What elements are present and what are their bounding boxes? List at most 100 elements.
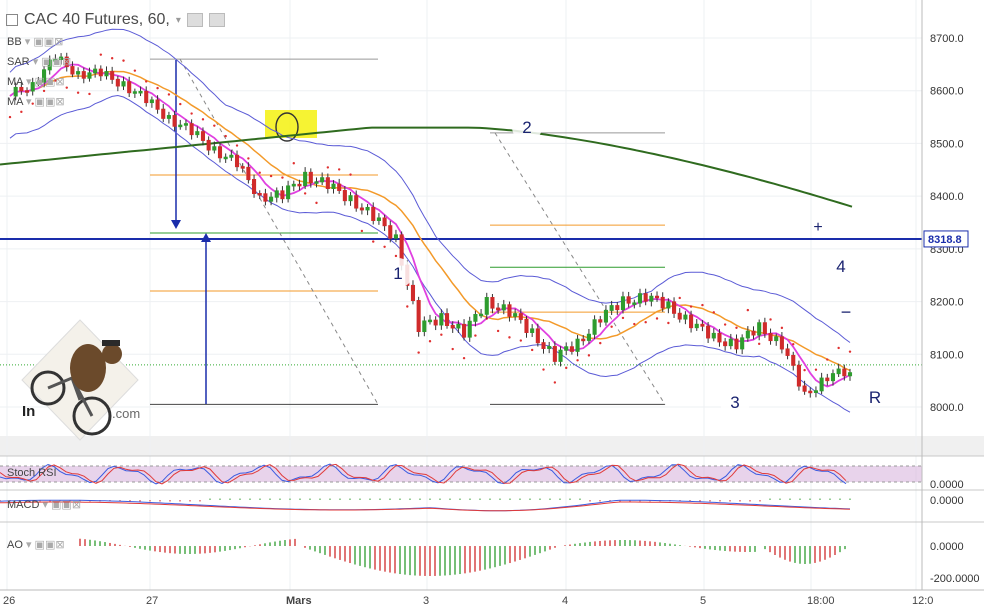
candle-body: [291, 183, 296, 187]
gear-icon[interactable]: [208, 13, 225, 27]
eye-icon[interactable]: [186, 13, 203, 27]
candle-body: [666, 301, 671, 309]
candle-body: [683, 314, 688, 320]
time-tick: 3: [423, 595, 429, 607]
candle-body: [723, 341, 728, 347]
candle-body: [200, 131, 206, 141]
candle-body: [467, 320, 472, 338]
sar-dot: [337, 168, 341, 171]
sar-dot: [201, 118, 205, 121]
candle-body: [836, 368, 841, 375]
candle-body: [439, 313, 444, 326]
sar-dot: [383, 245, 386, 248]
sar-dot: [76, 91, 80, 94]
candle-body: [689, 314, 694, 329]
sar-dot: [292, 162, 295, 165]
candle-body: [507, 304, 512, 317]
sar-dot: [122, 59, 125, 62]
sar-dot: [621, 316, 625, 320]
chevron-down-icon[interactable]: ▾: [176, 15, 181, 26]
marker-n1: 1: [393, 264, 402, 283]
sar-dot: [8, 115, 12, 119]
candle-body: [518, 313, 523, 320]
candle-body: [552, 346, 557, 362]
sar-dot: [757, 342, 761, 346]
macd-label: MACD: [7, 499, 40, 511]
candle-body: [825, 377, 830, 382]
panel-label-ao[interactable]: AO ▾ ▣▣⊠: [7, 538, 65, 551]
sar-dot: [179, 102, 182, 106]
candle-body: [473, 314, 478, 322]
chevron-down-icon[interactable]: ▾ ▣▣⊠: [42, 499, 81, 511]
sar-dot: [88, 92, 91, 96]
sar-dot: [394, 254, 398, 258]
sar-dot: [644, 321, 647, 324]
time-tick: 5: [700, 595, 706, 607]
candle-body: [257, 193, 262, 196]
sar-dot: [372, 240, 375, 243]
candle-body: [240, 166, 245, 169]
logo-text: .com: [112, 406, 140, 421]
sar-dot: [633, 322, 636, 326]
indicator-ma-2[interactable]: MA ▾ ▣▣⊠: [7, 95, 65, 108]
candle-body: [620, 296, 626, 311]
candle-body: [172, 115, 177, 127]
sar-dot: [735, 326, 738, 329]
indicator-sar[interactable]: SAR ▾ ▣▣⊠: [7, 55, 71, 68]
sar-dot: [451, 347, 454, 351]
sar-dot: [349, 173, 352, 176]
candle-body: [223, 156, 228, 160]
candle-body: [711, 332, 716, 339]
price-tick: 8600.0: [930, 86, 964, 98]
candle-body: [314, 181, 319, 184]
chevron-down-icon[interactable]: ▾ ▣▣⊠: [33, 56, 72, 68]
collapse-icon[interactable]: [6, 14, 18, 26]
panel-label-stoch[interactable]: Stoch RSI: [7, 467, 57, 479]
indicator-bb[interactable]: BB ▾ ▣▣⊠: [7, 35, 63, 48]
sar-dot: [20, 110, 23, 114]
candle-body: [410, 284, 416, 302]
candle-body: [791, 354, 796, 366]
candle-body: [382, 217, 387, 227]
sar-dot: [542, 368, 545, 371]
candle-body: [745, 330, 750, 339]
candle-body: [93, 68, 98, 74]
sar-dot: [213, 124, 216, 127]
panel-separator: [0, 436, 984, 456]
chart-title: CAC 40 Futures, 60,: [24, 11, 170, 28]
time-tick: 12:0: [912, 595, 933, 607]
candle-body: [161, 108, 166, 119]
candle-body: [212, 146, 217, 151]
candle-body: [269, 196, 274, 202]
candle-body: [768, 333, 773, 342]
candle-body: [376, 217, 381, 221]
candle-body: [427, 319, 433, 323]
sar-dot: [678, 296, 681, 300]
panel-label-macd[interactable]: MACD ▾ ▣▣⊠: [7, 498, 81, 511]
candle-body: [70, 66, 75, 75]
chart-header: CAC 40 Futures, 60, ▾: [6, 11, 225, 29]
sar-dot: [769, 318, 772, 321]
candle-body: [592, 319, 597, 335]
sar-dot: [701, 303, 704, 307]
marker-r: R: [869, 388, 881, 407]
chevron-down-icon[interactable]: ▾ ▣▣⊠: [25, 36, 64, 48]
candle-body: [751, 330, 756, 336]
time-tick: Mars: [286, 595, 312, 607]
indicator-ma-1[interactable]: MA ▾ ▣▣⊠: [7, 75, 65, 88]
sar-dot: [689, 305, 693, 308]
candle-body: [717, 332, 722, 343]
chevron-down-icon[interactable]: ▾ ▣▣⊠: [26, 539, 65, 551]
candle-body: [183, 123, 188, 126]
price-tick: 8100.0: [930, 349, 964, 361]
chart-canvas[interactable]: 1234+−R 8700.08600.08500.08400.08300.082…: [0, 0, 984, 611]
candle-body: [195, 131, 200, 136]
candle-body: [98, 68, 103, 77]
chevron-down-icon[interactable]: ▾ ▣▣⊠: [26, 76, 65, 88]
indicator-name: MA: [7, 96, 23, 108]
candle-body: [558, 349, 563, 362]
candle-body: [479, 313, 484, 317]
ao-axis-tick: 0.0000: [930, 541, 964, 553]
chevron-down-icon[interactable]: ▾ ▣▣⊠: [26, 96, 65, 108]
price-tick: 8200.0: [930, 297, 964, 309]
